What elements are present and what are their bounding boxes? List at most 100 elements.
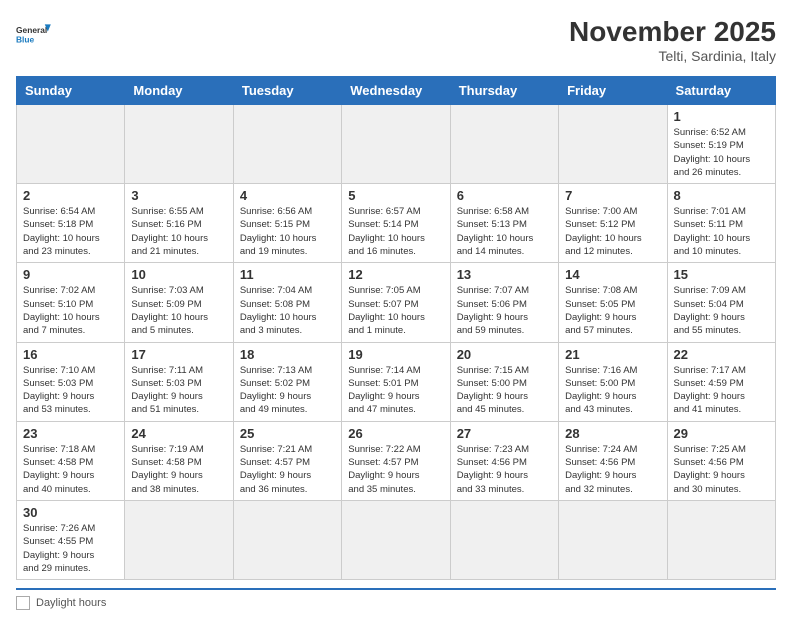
day-info: Sunrise: 6:55 AM Sunset: 5:16 PM Dayligh…	[131, 205, 226, 258]
calendar-cell: 13 Sunrise: 7:07 AM Sunset: 5:06 PM Dayli…	[450, 263, 558, 342]
calendar-cell: 7 Sunrise: 7:00 AM Sunset: 5:12 PM Daylig…	[559, 184, 667, 263]
calendar-cell: 19Sunrise: 7:14 AM Sunset: 5:01 PM Dayli…	[342, 342, 450, 421]
calendar-cell	[233, 105, 341, 184]
day-number: 23	[23, 426, 118, 441]
daylight-legend: Daylight hours	[16, 596, 106, 610]
day-info: Sunrise: 7:14 AM Sunset: 5:01 PM Dayligh…	[348, 364, 443, 417]
calendar-week-4: 16 Sunrise: 7:10 AM Sunset: 5:03 PM Dayli…	[17, 342, 776, 421]
calendar-cell: 17Sunrise: 7:11 AM Sunset: 5:03 PM Dayli…	[125, 342, 233, 421]
calendar-cell: 25Sunrise: 7:21 AM Sunset: 4:57 PM Dayli…	[233, 421, 341, 500]
title-block: November 2025 Telti, Sardinia, Italy	[569, 16, 776, 64]
day-info: Sunrise: 7:00 AM Sunset: 5:12 PM Dayligh…	[565, 205, 660, 258]
day-number: 9	[23, 267, 118, 282]
day-number: 12	[348, 267, 443, 282]
day-number: 3	[131, 188, 226, 203]
calendar-cell	[17, 105, 125, 184]
calendar-cell: 22 Sunrise: 7:17 AM Sunset: 4:59 PM Dayli…	[667, 342, 775, 421]
month-title: November 2025	[569, 16, 776, 48]
day-number: 22	[674, 347, 769, 362]
day-info: Sunrise: 6:56 AM Sunset: 5:15 PM Dayligh…	[240, 205, 335, 258]
footer-row: Daylight hours	[16, 596, 776, 610]
day-info: Sunrise: 6:54 AM Sunset: 5:18 PM Dayligh…	[23, 205, 118, 258]
day-info: Sunrise: 7:26 AM Sunset: 4:55 PM Dayligh…	[23, 522, 118, 575]
day-info: Sunrise: 7:15 AM Sunset: 5:00 PM Dayligh…	[457, 364, 552, 417]
weekday-header-monday: Monday	[125, 77, 233, 105]
calendar-cell	[667, 500, 775, 579]
calendar-cell	[559, 500, 667, 579]
day-number: 21	[565, 347, 660, 362]
weekday-header-sunday: Sunday	[17, 77, 125, 105]
calendar-cell	[559, 105, 667, 184]
day-number: 7	[565, 188, 660, 203]
calendar-cell: 27 Sunrise: 7:23 AM Sunset: 4:56 PM Dayli…	[450, 421, 558, 500]
day-info: Sunrise: 7:23 AM Sunset: 4:56 PM Dayligh…	[457, 443, 552, 496]
day-number: 15	[674, 267, 769, 282]
day-number: 18	[240, 347, 335, 362]
weekday-header-saturday: Saturday	[667, 77, 775, 105]
day-info: Sunrise: 7:17 AM Sunset: 4:59 PM Dayligh…	[674, 364, 769, 417]
logo: GeneralBlue	[16, 16, 52, 52]
calendar-cell: 16 Sunrise: 7:10 AM Sunset: 5:03 PM Dayli…	[17, 342, 125, 421]
calendar-cell: 23Sunrise: 7:18 AM Sunset: 4:58 PM Dayli…	[17, 421, 125, 500]
calendar-cell	[342, 105, 450, 184]
day-info: Sunrise: 6:52 AM Sunset: 5:19 PM Dayligh…	[674, 126, 769, 179]
calendar-week-3: 9Sunrise: 7:02 AM Sunset: 5:10 PM Daylig…	[17, 263, 776, 342]
day-number: 24	[131, 426, 226, 441]
day-number: 25	[240, 426, 335, 441]
calendar-cell: 20 Sunrise: 7:15 AM Sunset: 5:00 PM Dayli…	[450, 342, 558, 421]
calendar-cell: 26 Sunrise: 7:22 AM Sunset: 4:57 PM Dayli…	[342, 421, 450, 500]
day-number: 30	[23, 505, 118, 520]
daylight-color-box	[16, 596, 30, 610]
calendar-cell: 2 Sunrise: 6:54 AM Sunset: 5:18 PM Daylig…	[17, 184, 125, 263]
weekday-header-row: SundayMondayTuesdayWednesdayThursdayFrid…	[17, 77, 776, 105]
day-number: 8	[674, 188, 769, 203]
day-number: 10	[131, 267, 226, 282]
day-info: Sunrise: 7:05 AM Sunset: 5:07 PM Dayligh…	[348, 284, 443, 337]
day-info: Sunrise: 7:22 AM Sunset: 4:57 PM Dayligh…	[348, 443, 443, 496]
day-number: 14	[565, 267, 660, 282]
day-info: Sunrise: 7:07 AM Sunset: 5:06 PM Dayligh…	[457, 284, 552, 337]
day-info: Sunrise: 7:16 AM Sunset: 5:00 PM Dayligh…	[565, 364, 660, 417]
logo-icon: GeneralBlue	[16, 16, 52, 52]
calendar-cell: 12 Sunrise: 7:05 AM Sunset: 5:07 PM Dayli…	[342, 263, 450, 342]
daylight-label: Daylight hours	[36, 597, 106, 609]
day-info: Sunrise: 7:01 AM Sunset: 5:11 PM Dayligh…	[674, 205, 769, 258]
day-info: Sunrise: 7:09 AM Sunset: 5:04 PM Dayligh…	[674, 284, 769, 337]
calendar-cell	[125, 105, 233, 184]
calendar-cell	[342, 500, 450, 579]
calendar-cell: 28 Sunrise: 7:24 AM Sunset: 4:56 PM Dayli…	[559, 421, 667, 500]
calendar-cell: 21 Sunrise: 7:16 AM Sunset: 5:00 PM Dayli…	[559, 342, 667, 421]
day-number: 13	[457, 267, 552, 282]
day-info: Sunrise: 7:10 AM Sunset: 5:03 PM Dayligh…	[23, 364, 118, 417]
day-number: 16	[23, 347, 118, 362]
calendar-cell: 5Sunrise: 6:57 AM Sunset: 5:14 PM Daylig…	[342, 184, 450, 263]
day-number: 11	[240, 267, 335, 282]
day-number: 20	[457, 347, 552, 362]
calendar-cell: 29 Sunrise: 7:25 AM Sunset: 4:56 PM Dayli…	[667, 421, 775, 500]
calendar-cell	[125, 500, 233, 579]
calendar-cell: 6 Sunrise: 6:58 AM Sunset: 5:13 PM Daylig…	[450, 184, 558, 263]
day-info: Sunrise: 7:24 AM Sunset: 4:56 PM Dayligh…	[565, 443, 660, 496]
day-info: Sunrise: 7:04 AM Sunset: 5:08 PM Dayligh…	[240, 284, 335, 337]
calendar-cell	[233, 500, 341, 579]
day-number: 28	[565, 426, 660, 441]
calendar-cell: 14Sunrise: 7:08 AM Sunset: 5:05 PM Dayli…	[559, 263, 667, 342]
calendar-cell: 1Sunrise: 6:52 AM Sunset: 5:19 PM Daylig…	[667, 105, 775, 184]
day-info: Sunrise: 6:58 AM Sunset: 5:13 PM Dayligh…	[457, 205, 552, 258]
day-number: 29	[674, 426, 769, 441]
calendar-cell: 30 Sunrise: 7:26 AM Sunset: 4:55 PM Dayli…	[17, 500, 125, 579]
calendar-cell: 4Sunrise: 6:56 AM Sunset: 5:15 PM Daylig…	[233, 184, 341, 263]
day-number: 6	[457, 188, 552, 203]
calendar-week-1: 1Sunrise: 6:52 AM Sunset: 5:19 PM Daylig…	[17, 105, 776, 184]
weekday-header-wednesday: Wednesday	[342, 77, 450, 105]
day-number: 26	[348, 426, 443, 441]
day-number: 2	[23, 188, 118, 203]
day-number: 5	[348, 188, 443, 203]
day-info: Sunrise: 7:25 AM Sunset: 4:56 PM Dayligh…	[674, 443, 769, 496]
calendar-cell: 11 Sunrise: 7:04 AM Sunset: 5:08 PM Dayli…	[233, 263, 341, 342]
day-info: Sunrise: 7:13 AM Sunset: 5:02 PM Dayligh…	[240, 364, 335, 417]
day-number: 27	[457, 426, 552, 441]
svg-text:General: General	[16, 25, 47, 35]
calendar-cell: 10Sunrise: 7:03 AM Sunset: 5:09 PM Dayli…	[125, 263, 233, 342]
weekday-header-friday: Friday	[559, 77, 667, 105]
